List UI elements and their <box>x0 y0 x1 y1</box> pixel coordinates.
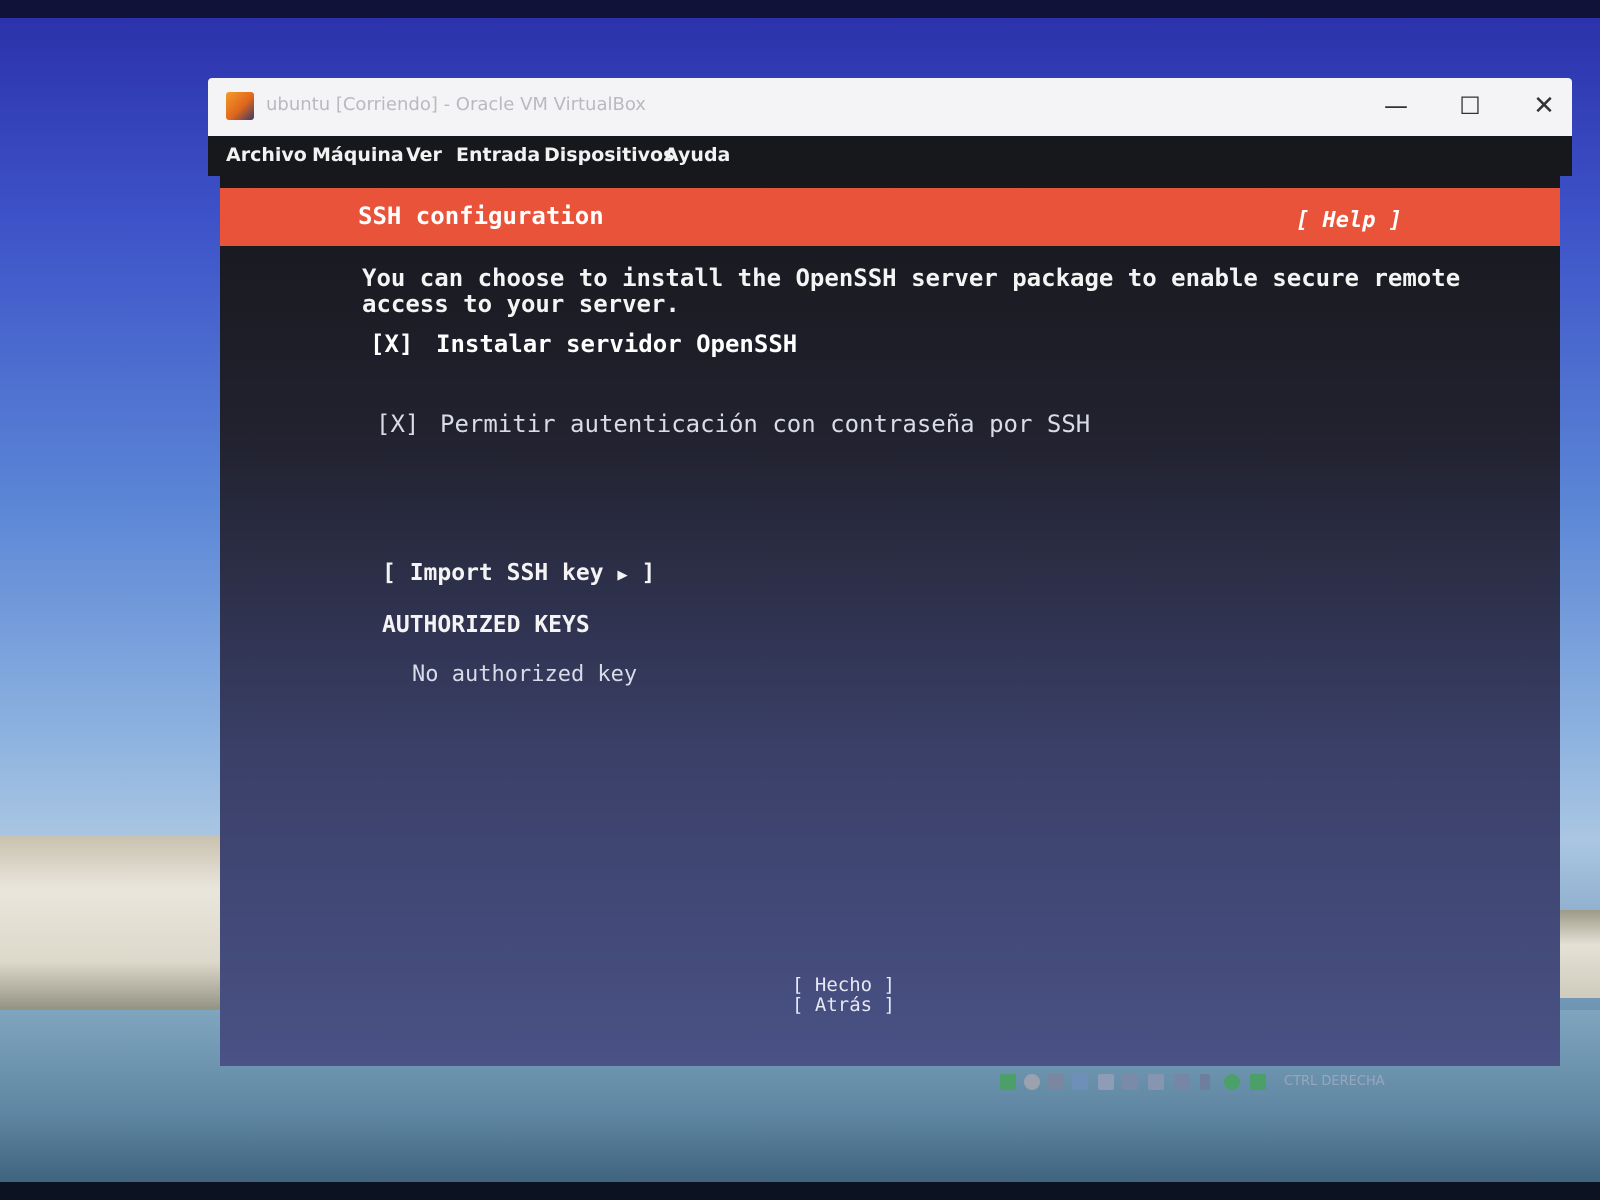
menu-entrada[interactable]: Entrada <box>456 144 540 166</box>
install-openssh-checkbox[interactable]: [X] <box>370 330 413 358</box>
arrow-right-icon: ▶ <box>617 565 628 585</box>
monitor-bezel-top <box>0 0 1600 18</box>
display-icon[interactable] <box>1148 1074 1164 1090</box>
no-authorized-key-text: No authorized key <box>412 662 638 687</box>
password-auth-label: Permitir autenticación con contraseña po… <box>440 410 1091 438</box>
shared-folder-icon[interactable] <box>1122 1074 1138 1090</box>
menu-maquina[interactable]: Máquina <box>312 144 404 166</box>
done-button[interactable]: [ Hecho ] <box>792 974 895 996</box>
authorized-keys-heading: AUTHORIZED KEYS <box>382 612 590 638</box>
description-line-1: You can choose to install the OpenSSH se… <box>362 264 1461 292</box>
window-titlebar[interactable]: ubuntu [Corriendo] - Oracle VM VirtualBo… <box>208 78 1572 136</box>
cpu-icon[interactable] <box>1200 1074 1210 1090</box>
virtualbox-logo-icon <box>226 92 254 120</box>
help-button[interactable]: [ Help ] <box>1296 208 1402 233</box>
maximize-button[interactable]: ☐ <box>1450 90 1490 122</box>
network-icon[interactable] <box>1072 1074 1088 1090</box>
install-openssh-label: Instalar servidor OpenSSH <box>436 330 798 358</box>
description-line-2: access to your server. <box>362 290 680 318</box>
disk-icon[interactable] <box>1000 1074 1016 1090</box>
password-auth-checkbox[interactable]: [X] <box>376 410 419 438</box>
close-button[interactable]: ✕ <box>1524 90 1564 122</box>
installer-header: SSH configuration [ Help ] <box>220 188 1560 246</box>
recording-icon[interactable] <box>1174 1074 1190 1090</box>
mouse-icon[interactable] <box>1224 1074 1240 1090</box>
import-ssh-key-button[interactable]: [ Import SSH key ▶ ] <box>382 560 655 586</box>
menu-dispositivos[interactable]: Dispositivos <box>544 144 674 166</box>
menu-ver[interactable]: Ver <box>406 144 442 166</box>
menu-ayuda[interactable]: Ayuda <box>664 144 730 166</box>
back-button[interactable]: [ Atrás ] <box>792 994 895 1016</box>
audio-icon[interactable] <box>1048 1074 1064 1090</box>
window-title: ubuntu [Corriendo] - Oracle VM VirtualBo… <box>266 94 646 115</box>
virtualbox-window: ubuntu [Corriendo] - Oracle VM VirtualBo… <box>208 78 1572 1098</box>
import-ssh-key-bracket: ] <box>641 560 656 586</box>
monitor-bezel-bottom <box>0 1182 1600 1200</box>
vm-statusbar: CTRL DERECHA <box>988 1070 1588 1096</box>
import-ssh-key-label: [ Import SSH key <box>382 560 604 586</box>
usb-icon[interactable] <box>1098 1074 1114 1090</box>
menubar: Archivo Máquina Ver Entrada Dispositivos… <box>208 136 1572 176</box>
optical-icon[interactable] <box>1024 1074 1040 1090</box>
page-title: SSH configuration <box>358 202 604 230</box>
host-key-label: CTRL DERECHA <box>1284 1074 1385 1089</box>
vm-screen[interactable]: SSH configuration [ Help ] You can choos… <box>220 176 1560 1066</box>
menu-archivo[interactable]: Archivo <box>226 144 307 166</box>
minimize-button[interactable]: — <box>1376 90 1416 122</box>
keyboard-icon[interactable] <box>1250 1074 1266 1090</box>
